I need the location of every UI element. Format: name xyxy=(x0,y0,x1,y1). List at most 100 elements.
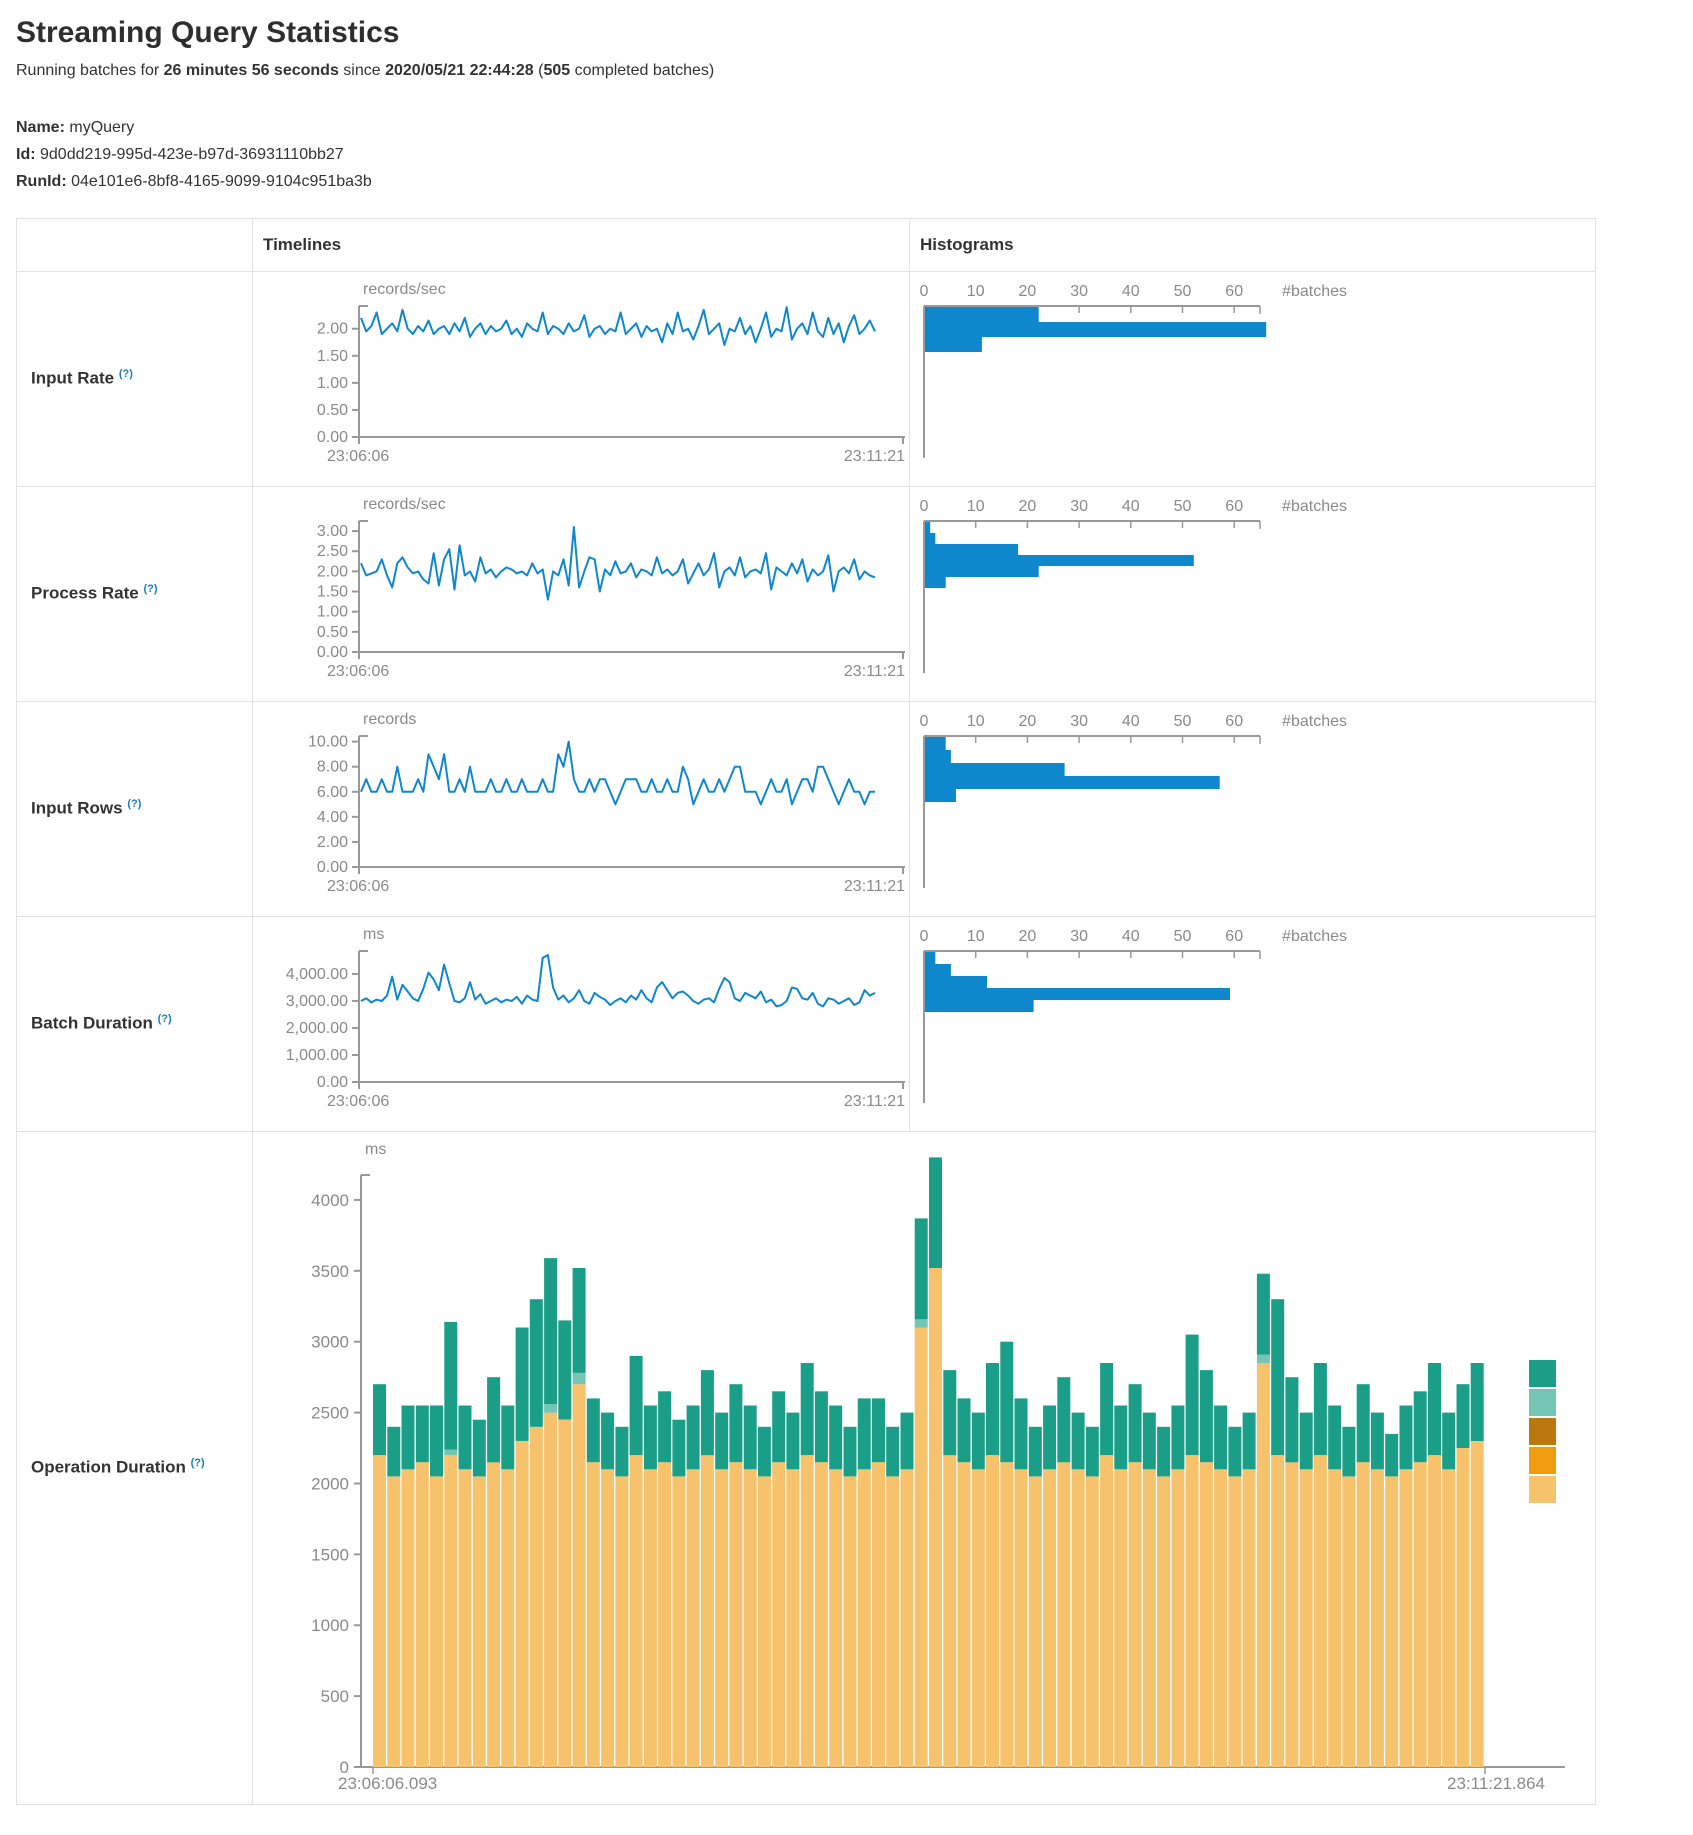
svg-text:2.00: 2.00 xyxy=(317,563,348,580)
process-rate-timeline-chart: records/sec3.002.502.001.501.000.500.002… xyxy=(253,491,909,699)
process-rate-help-icon[interactable]: (?) xyxy=(143,583,157,595)
process-rate-hist-svg: 0102030405060#batches xyxy=(910,491,1593,693)
svg-text:2.00: 2.00 xyxy=(317,833,348,850)
input-rate-histogram-chart: 0102030405060#batches xyxy=(910,276,1595,478)
query-runid-label: RunId: xyxy=(16,173,67,190)
operation-duration-label: Operation Duration (?) xyxy=(17,1131,253,1804)
svg-text:2000: 2000 xyxy=(311,1474,349,1493)
table-header-row: Timelines Histograms xyxy=(17,218,1596,271)
svg-text:0.50: 0.50 xyxy=(317,401,348,418)
running-batches-summary: Running batches for 26 minutes 56 second… xyxy=(16,62,1693,80)
process-rate-line-svg: records/sec3.002.502.001.501.000.500.002… xyxy=(253,491,909,699)
svg-text:500: 500 xyxy=(321,1687,349,1706)
svg-text:30: 30 xyxy=(1070,498,1088,515)
svg-text:records: records xyxy=(363,711,416,728)
svg-text:60: 60 xyxy=(1225,713,1243,730)
query-runid-value: 04e101e6-8bf8-4165-9099-9104c951ba3b xyxy=(71,173,372,190)
running-open-paren: ( xyxy=(534,62,544,79)
batch-duration-label: Batch Duration (?) xyxy=(17,916,253,1131)
svg-text:30: 30 xyxy=(1070,713,1088,730)
svg-text:ms: ms xyxy=(363,926,384,943)
query-runid-line: RunId: 04e101e6-8bf8-4165-9099-9104c951b… xyxy=(16,168,1693,195)
svg-text:40: 40 xyxy=(1122,928,1140,945)
query-meta: Name: myQuery Id: 9d0dd219-995d-423e-b97… xyxy=(16,114,1693,196)
svg-text:0.50: 0.50 xyxy=(317,623,348,640)
running-start-time: 2020/05/21 22:44:28 xyxy=(385,62,534,79)
running-duration: 26 minutes 56 seconds xyxy=(164,62,339,79)
process-rate-row: Process Rate (?) records/sec3.002.502.00… xyxy=(17,486,1596,701)
input-rate-row: Input Rate (?) records/sec2.001.501.000.… xyxy=(17,271,1596,486)
svg-text:1.00: 1.00 xyxy=(317,374,348,391)
svg-text:10: 10 xyxy=(967,283,985,300)
svg-text:50: 50 xyxy=(1174,713,1192,730)
svg-text:40: 40 xyxy=(1122,498,1140,515)
svg-text:1500: 1500 xyxy=(311,1545,349,1564)
svg-text:2.00: 2.00 xyxy=(317,320,348,337)
svg-text:10.00: 10.00 xyxy=(308,733,348,750)
svg-text:0: 0 xyxy=(920,713,929,730)
input-rows-row: Input Rows (?) records10.008.006.004.002… xyxy=(17,701,1596,916)
batch-duration-help-icon[interactable]: (?) xyxy=(158,1013,172,1025)
svg-text:40: 40 xyxy=(1122,713,1140,730)
svg-text:23:06:06: 23:06:06 xyxy=(327,448,389,465)
svg-text:23:06:06: 23:06:06 xyxy=(327,663,389,680)
svg-text:23:06:06: 23:06:06 xyxy=(327,878,389,895)
svg-text:0: 0 xyxy=(920,928,929,945)
svg-text:30: 30 xyxy=(1070,928,1088,945)
svg-text:4000: 4000 xyxy=(311,1191,349,1210)
running-prefix: Running batches for xyxy=(16,62,164,79)
svg-text:60: 60 xyxy=(1225,498,1243,515)
streaming-statistics-page: Streaming Query Statistics Running batch… xyxy=(0,16,1693,1835)
svg-text:20: 20 xyxy=(1019,713,1037,730)
operation-duration-help-icon[interactable]: (?) xyxy=(191,1457,205,1469)
svg-text:0.00: 0.00 xyxy=(317,644,348,661)
input-rows-hist-svg: 0102030405060#batches xyxy=(910,706,1593,908)
svg-text:23:11:21: 23:11:21 xyxy=(844,1093,905,1110)
statistics-table: Timelines Histograms Input Rate (?) reco… xyxy=(16,218,1596,1805)
input-rate-label: Input Rate (?) xyxy=(17,271,253,486)
svg-text:1.50: 1.50 xyxy=(317,347,348,364)
svg-text:20: 20 xyxy=(1019,283,1037,300)
svg-text:8.00: 8.00 xyxy=(317,758,348,775)
input-rate-hist-svg: 0102030405060#batches xyxy=(910,276,1593,478)
svg-text:60: 60 xyxy=(1225,928,1243,945)
running-suffix: completed batches) xyxy=(570,62,714,79)
svg-text:23:06:06: 23:06:06 xyxy=(327,1093,389,1110)
batch-duration-timeline-chart: ms4,000.003,000.002,000.001,000.000.0023… xyxy=(253,921,909,1129)
process-rate-label: Process Rate (?) xyxy=(17,486,253,701)
svg-text:10: 10 xyxy=(967,928,985,945)
svg-text:1.00: 1.00 xyxy=(317,603,348,620)
query-name-line: Name: myQuery xyxy=(16,114,1693,141)
svg-text:23:06:06.093: 23:06:06.093 xyxy=(338,1774,437,1793)
input-rate-help-icon[interactable]: (?) xyxy=(119,368,133,380)
svg-text:#batches: #batches xyxy=(1282,928,1347,945)
svg-text:30: 30 xyxy=(1070,283,1088,300)
input-rate-timeline-chart: records/sec2.001.501.000.500.0023:06:062… xyxy=(253,276,909,484)
svg-text:1000: 1000 xyxy=(311,1616,349,1635)
input-rows-timeline-chart: records10.008.006.004.002.000.0023:06:06… xyxy=(253,706,909,914)
input-rows-histogram-chart: 0102030405060#batches xyxy=(910,706,1595,908)
svg-text:3.00: 3.00 xyxy=(317,523,348,540)
svg-text:20: 20 xyxy=(1019,928,1037,945)
input-rows-help-icon[interactable]: (?) xyxy=(127,798,141,810)
empty-header-cell xyxy=(17,218,253,271)
svg-text:#batches: #batches xyxy=(1282,713,1347,730)
svg-text:3,000.00: 3,000.00 xyxy=(286,993,348,1010)
svg-text:23:11:21: 23:11:21 xyxy=(844,448,905,465)
svg-text:records/sec: records/sec xyxy=(363,496,446,513)
svg-text:0: 0 xyxy=(920,283,929,300)
svg-text:1,000.00: 1,000.00 xyxy=(286,1047,348,1064)
batch-duration-histogram-chart: 0102030405060#batches xyxy=(910,921,1595,1123)
input-rows-label: Input Rows (?) xyxy=(17,701,253,916)
operation-duration-stacked-chart: ms4000350030002500200015001000500023:06:… xyxy=(253,1136,1595,1804)
input-rate-line-svg: records/sec2.001.501.000.500.0023:06:062… xyxy=(253,276,909,484)
process-rate-histogram-chart: 0102030405060#batches xyxy=(910,491,1595,693)
svg-text:#batches: #batches xyxy=(1282,283,1347,300)
svg-text:50: 50 xyxy=(1174,283,1192,300)
svg-text:60: 60 xyxy=(1225,283,1243,300)
running-since: since xyxy=(339,62,385,79)
svg-text:23:11:21: 23:11:21 xyxy=(844,878,905,895)
query-id-label: Id: xyxy=(16,146,36,163)
svg-text:20: 20 xyxy=(1019,498,1037,515)
svg-text:4,000.00: 4,000.00 xyxy=(286,966,348,983)
